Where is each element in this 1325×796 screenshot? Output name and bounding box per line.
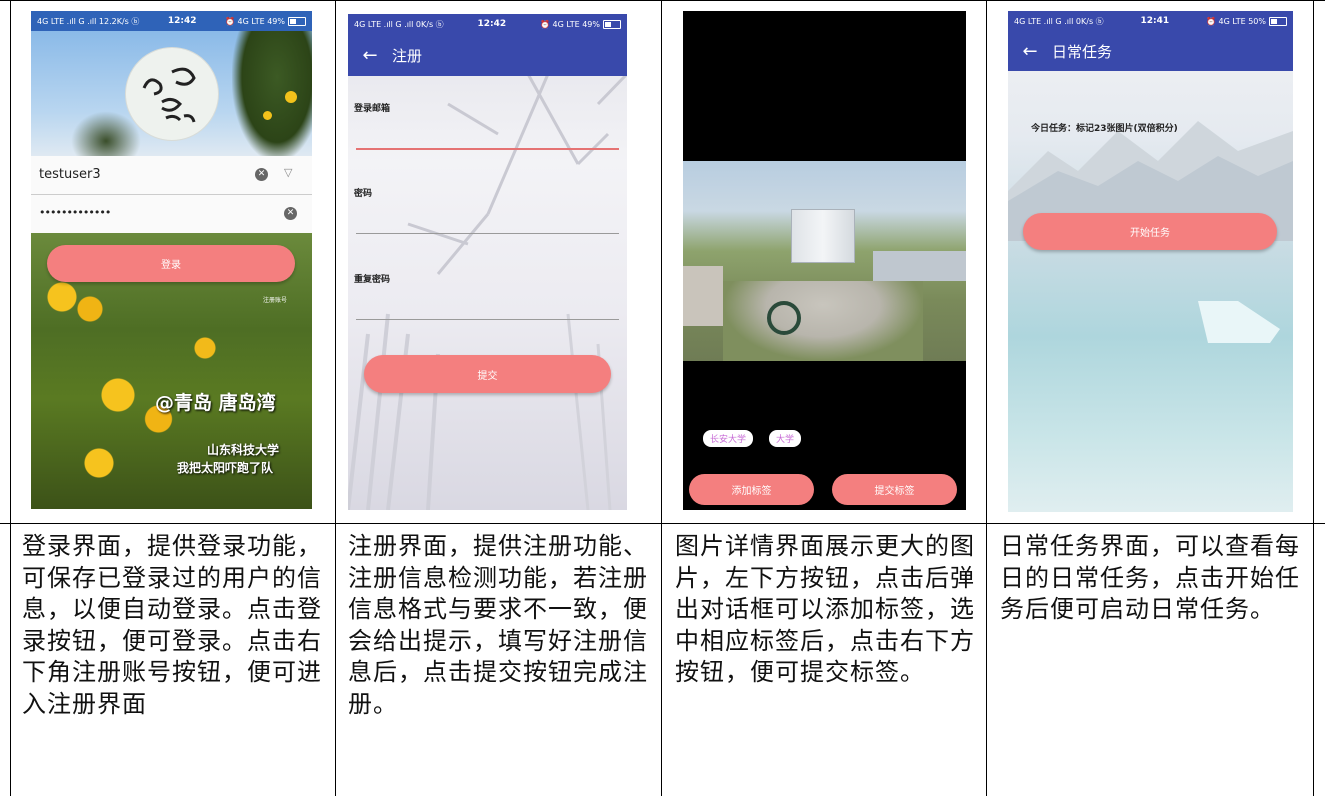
register-screen: 4G LTE .ıll G .ıll 0K/s ⓑ 12:42 ⏰ 4G LTE… <box>348 14 627 510</box>
winter-trees-illustration <box>348 72 627 510</box>
table-col-divider-2 <box>661 0 662 796</box>
table-border-top <box>0 0 1325 1</box>
page-title: 注册 <box>392 46 423 65</box>
tag-chip[interactable]: 大学 <box>769 430 802 447</box>
password-underline <box>356 233 619 234</box>
table-col-divider-1 <box>335 0 336 796</box>
email-underline <box>356 148 619 150</box>
repeat-password-underline <box>356 319 619 320</box>
table-col-divider-3 <box>986 0 987 796</box>
login-screen: 4G LTE .ıll G .ıll 12.2K/s ⓑ 12:42 ⏰ 4G … <box>31 11 312 509</box>
flower-dot <box>285 91 297 103</box>
status-left: 4G LTE .ıll G .ıll 0K/s ⓑ <box>354 19 444 29</box>
status-left: 4G LTE .ıll G .ıll 0K/s ⓑ <box>1014 16 1104 26</box>
image-detail-screen: 长安大学 大学 添加标签 提交标签 <box>683 11 966 510</box>
repeat-password-label: 重复密码 <box>354 275 391 285</box>
app-bar: ← 日常任务 <box>1008 31 1293 71</box>
dropdown-icon[interactable]: ▽ <box>284 166 292 179</box>
tree-right <box>232 21 312 161</box>
mountain-lake-illustration <box>1008 121 1293 343</box>
campus-building-right <box>873 251 966 281</box>
campus-plaza <box>723 281 923 361</box>
app-bar: ← 注册 <box>348 34 627 76</box>
flower-cluster <box>71 433 141 493</box>
task-description: 今日任务：标记23张图片(双倍积分) <box>1031 124 1178 134</box>
login-header-background <box>31 11 312 161</box>
status-time: 12:42 <box>477 19 507 29</box>
password-field[interactable] <box>356 206 619 232</box>
clear-icon[interactable]: ✕ <box>255 168 268 181</box>
register-account-link[interactable]: 注册账号 <box>263 295 287 304</box>
status-left: 4G LTE .ıll G .ıll 12.2K/s ⓑ <box>37 16 140 26</box>
status-right: ⏰ 4G LTE 49% <box>540 19 621 29</box>
status-bar: 4G LTE .ıll G .ıll 0K/s ⓑ 12:41 ⏰ 4G LTE… <box>1008 11 1293 31</box>
status-bar: 4G LTE .ıll G .ıll 0K/s ⓑ 12:42 ⏰ 4G LTE… <box>348 14 627 34</box>
back-arrow-icon[interactable]: ← <box>348 45 392 66</box>
clear-icon[interactable]: ✕ <box>284 207 297 220</box>
status-time: 12:42 <box>167 16 197 26</box>
username-row: testuser3 ✕ ▽ <box>31 156 312 195</box>
description-detail: 图片详情界面展示更大的图片，左下方按钮，点击后弹出对话框可以添加标签，选中相应标… <box>675 532 975 686</box>
status-right: ⏰ 4G LTE 50% <box>1206 16 1287 26</box>
campus-fountain <box>767 301 801 335</box>
description-register: 注册界面，提供注册功能、注册信息检测功能，若注册信息格式与要求不一致，便会给出提… <box>348 532 648 718</box>
status-bar: 4G LTE .ıll G .ıll 12.2K/s ⓑ 12:42 ⏰ 4G … <box>31 11 312 31</box>
password-row: ••••••••••••• ✕ <box>31 195 312 233</box>
email-label: 登录邮箱 <box>354 104 391 114</box>
repeat-password-field[interactable] <box>356 292 619 318</box>
description-login: 登录界面，提供登录功能，可保存已登录过的用户的信息，以便自动登录。点击登录按钮，… <box>22 532 322 718</box>
flower-dot <box>263 111 272 120</box>
photo-subcaption-2: 我把太阳吓跑了队 <box>177 461 274 475</box>
tag-chip[interactable]: 长安大学 <box>703 430 754 447</box>
table-border-right <box>1313 0 1314 796</box>
add-tag-button[interactable]: 添加标签 <box>689 474 814 505</box>
table-border-left <box>10 0 11 796</box>
table-row-divider <box>0 523 1325 524</box>
email-field[interactable] <box>356 122 619 148</box>
password-input[interactable]: ••••••••••••• <box>39 206 111 219</box>
description-daily: 日常任务界面，可以查看每日的日常任务，点击开始任务后便可启动日常任务。 <box>1000 532 1300 623</box>
daily-task-screen: 4G LTE .ıll G .ıll 0K/s ⓑ 12:41 ⏰ 4G LTE… <box>1008 11 1293 512</box>
status-time: 12:41 <box>1140 16 1170 26</box>
flower-cluster <box>41 273 111 333</box>
status-right: ⏰ 4G LTE 49% <box>225 16 306 26</box>
campus-main-building <box>791 209 855 263</box>
username-input[interactable]: testuser3 <box>39 167 101 182</box>
start-task-button[interactable]: 开始任务 <box>1023 213 1277 250</box>
login-button[interactable]: 登录 <box>47 245 295 282</box>
flower-cluster <box>181 323 241 373</box>
submit-tag-button[interactable]: 提交标签 <box>832 474 957 505</box>
submit-button[interactable]: 提交 <box>364 355 611 393</box>
photo-caption: @青岛 唐岛湾 <box>155 392 276 414</box>
page-title: 日常任务 <box>1052 42 1113 61</box>
avatar[interactable] <box>125 47 219 141</box>
battery-icon <box>602 19 621 29</box>
back-arrow-icon[interactable]: ← <box>1008 41 1052 62</box>
password-label: 密码 <box>354 189 373 199</box>
battery-icon <box>287 16 306 26</box>
campus-building-left <box>683 266 723 326</box>
photo-subcaption-1: 山东科技大学 <box>207 443 280 457</box>
campus-photo[interactable] <box>683 161 966 361</box>
battery-icon <box>1268 16 1287 26</box>
avatar-doodle-icon <box>142 67 196 123</box>
